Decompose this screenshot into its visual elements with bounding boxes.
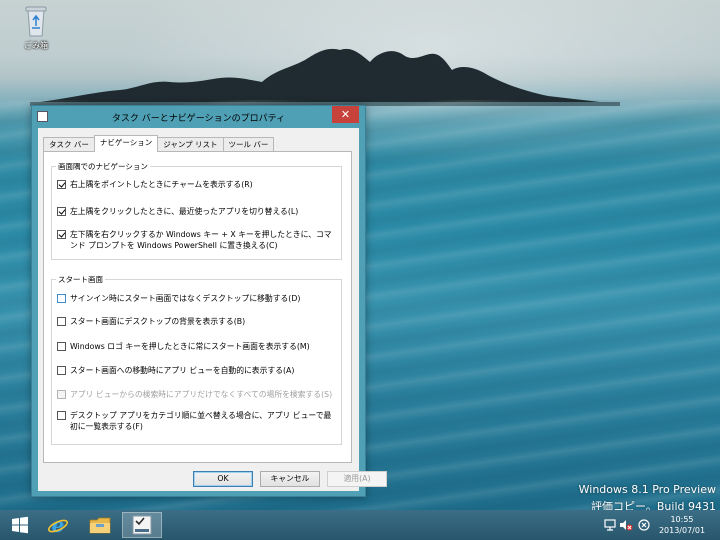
option-desktop-background[interactable]: スタート画面にデスクトップの背景を表示する(B) [57, 316, 337, 327]
start-icon [12, 516, 28, 534]
start-button[interactable] [0, 512, 40, 538]
dialog-titlebar[interactable]: タスク バーとナビゲーションのプロパティ ✕ [32, 106, 365, 128]
clock-date: 2013/07/01 [658, 526, 706, 535]
edition-watermark: Windows 8.1 Pro Preview [578, 483, 716, 496]
apply-button[interactable]: 適用(A) [327, 471, 387, 487]
tab-strip: タスク バー ナビゲーション ジャンプ リスト ツール バー [43, 135, 275, 152]
option-charms[interactable]: 右上隅をポイントしたときにチャームを表示する(R) [57, 179, 337, 190]
charms-checkbox[interactable] [57, 180, 66, 189]
ok-button[interactable]: OK [193, 471, 253, 487]
start-screen-group: スタート画面 サインイン時にスタート画面ではなくデスクトップに移動する(D) ス… [51, 274, 342, 445]
option-start-on-main-display[interactable]: Windows ロゴ キーを押したときに常にスタート画面を表示する(M) [57, 341, 337, 352]
apps-view-label: スタート画面への移動時にアプリ ビューを自動的に表示する(A) [70, 366, 295, 375]
option-boot-to-desktop[interactable]: サインイン時にスタート画面ではなくデスクトップに移動する(D) [57, 293, 337, 304]
powershell-checkbox[interactable] [57, 230, 66, 239]
taskbar-properties-dialog: タスク バーとナビゲーションのプロパティ ✕ タスク バー ナビゲーション ジャ… [31, 105, 387, 497]
internet-explorer-icon: e [47, 514, 69, 536]
search-everywhere-checkbox [57, 390, 66, 399]
cancel-button[interactable]: キャンセル [260, 471, 320, 487]
network-icon [604, 519, 616, 531]
dialog-title: タスク バーとナビゲーションのプロパティ [111, 114, 286, 124]
switch-apps-label: 左上隅をクリックしたときに、最近使ったアプリを切り替える(L) [70, 207, 299, 216]
boot-to-desktop-label: サインイン時にスタート画面ではなくデスクトップに移動する(D) [70, 294, 301, 303]
tab-navigation[interactable]: ナビゲーション [93, 135, 159, 152]
taskbar-clock[interactable]: 10:55 2013/07/01 [652, 514, 712, 536]
dialog-client: タスク バー ナビゲーション ジャンプ リスト ツール バー 画面隅でのナビゲー… [38, 128, 387, 491]
network-tray[interactable] [602, 516, 618, 534]
boot-to-desktop-checkbox[interactable] [57, 294, 66, 303]
start-on-main-display-checkbox[interactable] [57, 342, 66, 351]
corner-navigation-group-title: 画面隅でのナビゲーション [56, 161, 150, 172]
taskbar-properties-button[interactable] [122, 512, 162, 538]
desktop-background-label: スタート画面にデスクトップの背景を表示する(B) [70, 317, 246, 326]
tab-toolbars[interactable]: ツール バー [222, 137, 275, 152]
desktop-background-checkbox[interactable] [57, 317, 66, 326]
powershell-label: 左下隅を右クリックするか Windows キー + X キーを押したときに、コマ… [70, 230, 332, 250]
charms-label: 右上隅をポイントしたときにチャームを表示する(R) [70, 180, 253, 189]
option-powershell[interactable]: 左下隅を右クリックするか Windows キー + X キーを押したときに、コマ… [57, 229, 337, 251]
option-search-everywhere: アプリ ビューからの検索時にアプリだけでなくすべての場所を検索する(S) [57, 389, 337, 400]
clock-time: 10:55 [670, 515, 694, 524]
internet-explorer-button[interactable]: e [38, 512, 78, 538]
svg-text:e: e [52, 514, 65, 536]
desktop-apps-first-checkbox[interactable] [57, 411, 66, 420]
start-on-main-display-label: Windows ロゴ キーを押したときに常にスタート画面を表示する(M) [70, 342, 310, 351]
switch-apps-checkbox[interactable] [57, 207, 66, 216]
volume-muted-icon [620, 520, 633, 531]
taskbar: e 10:55 2013/07/01 [0, 510, 720, 540]
desktop-apps-first-label: デスクトップ アプリをカテゴリ順に並べ替える場合に、アプリ ビューで最初に一覧表… [70, 411, 332, 431]
build-watermark: 評価コピー。Build 9431 [591, 500, 716, 510]
search-everywhere-label: アプリ ビューからの検索時にアプリだけでなくすべての場所を検索する(S) [70, 390, 333, 399]
option-switch-apps[interactable]: 左上隅をクリックしたときに、最近使ったアプリを切り替える(L) [57, 206, 337, 217]
apps-view-checkbox[interactable] [57, 366, 66, 375]
file-explorer-icon [89, 517, 111, 534]
volume-tray[interactable] [618, 516, 634, 534]
corner-navigation-group: 画面隅でのナビゲーション 右上隅をポイントしたときにチャームを表示する(R) 左… [51, 161, 342, 260]
recycle-bin-shortcut[interactable]: ごみ箱 [14, 4, 58, 51]
option-desktop-apps-first[interactable]: デスクトップ アプリをカテゴリ順に並べ替える場合に、アプリ ビューで最初に一覧表… [57, 410, 337, 432]
taskbar-properties-icon [132, 515, 152, 535]
start-screen-group-title: スタート画面 [56, 274, 105, 285]
recycle-bin-icon [25, 6, 47, 37]
close-button[interactable]: ✕ [332, 106, 359, 123]
option-apps-view[interactable]: スタート画面への移動時にアプリ ビューを自動的に表示する(A) [57, 365, 337, 376]
action-center-icon [638, 519, 650, 531]
action-center-tray[interactable] [636, 516, 652, 534]
file-explorer-button[interactable] [80, 512, 120, 538]
recycle-bin-label: ごみ箱 [24, 41, 48, 50]
navigation-tab-panel: 画面隅でのナビゲーション 右上隅をポイントしたときにチャームを表示する(R) 左… [43, 151, 352, 463]
tab-taskbar[interactable]: タスク バー [43, 137, 95, 152]
tab-jump-lists[interactable]: ジャンプ リスト [157, 137, 224, 152]
